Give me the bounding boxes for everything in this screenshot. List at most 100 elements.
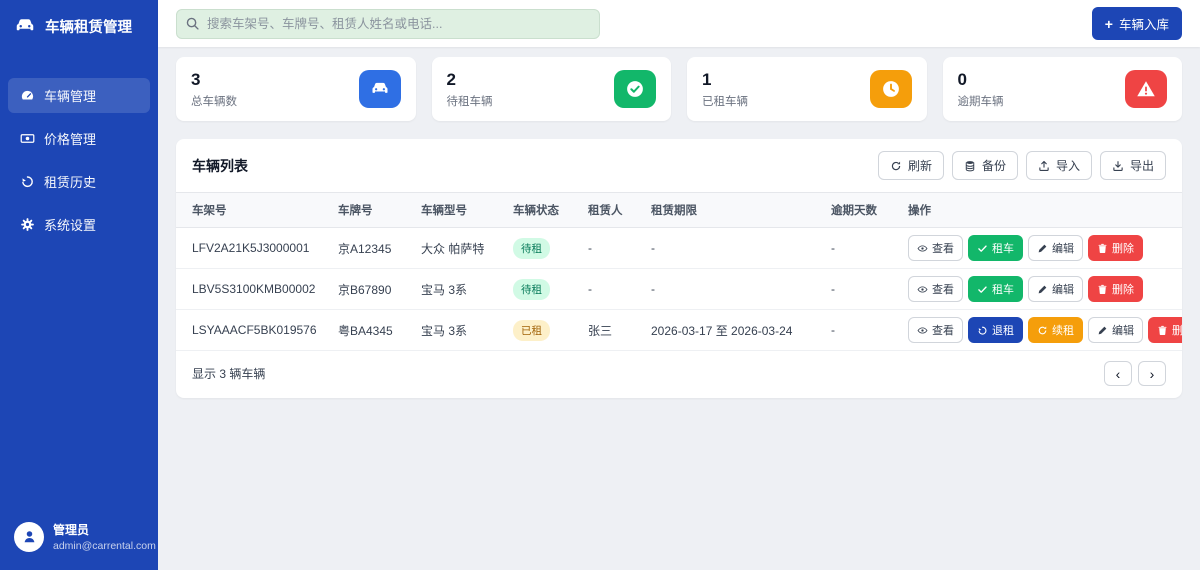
stat-label: 待租车辆 [447,93,493,109]
stats-row: 3 总车辆数 2 待租车辆 1 已租车辆 [176,57,1182,121]
table-row: LSYAAACF5BK019576 粤BA4345 宝马 3系 已租 张三 20… [176,310,1182,351]
check-icon [977,243,988,254]
delete-button[interactable]: 删除 [1088,235,1143,261]
renew-button[interactable]: 续租 [1028,317,1083,343]
stat-label: 已租车辆 [702,93,748,109]
sidebar-item-settings[interactable]: 系统设置 [8,207,150,242]
edit-button[interactable]: 编辑 [1088,317,1143,343]
cell-model: 宝马 3系 [411,310,503,351]
sidebar-item-pricing[interactable]: 价格管理 [8,121,150,156]
backup-button[interactable]: 备份 [952,151,1018,180]
upload-icon [1038,160,1050,172]
sidebar-item-label: 租赁历史 [44,172,96,191]
rent-button[interactable]: 租车 [968,276,1023,302]
export-button[interactable]: 导出 [1100,151,1166,180]
app-title: 车辆租赁管理 [45,16,132,37]
sidebar-user[interactable]: 管理员 admin@carrental.com [0,507,158,570]
table-row: LFV2A21K5J3000001 京A12345 大众 帕萨特 待租 - - … [176,228,1182,269]
cell-overdue: - [821,269,898,310]
sidebar-item-label: 价格管理 [44,129,96,148]
col-vin: 车架号 [176,193,328,228]
cell-model: 宝马 3系 [411,269,503,310]
sidebar-item-label: 系统设置 [44,215,96,234]
vehicle-table: 车架号 车牌号 车辆型号 车辆状态 租赁人 租赁期限 逾期天数 操作 LFV2A… [176,192,1182,351]
download-icon [1112,160,1124,172]
cell-renter: - [578,228,641,269]
cell-plate: 京B67890 [328,269,411,310]
delete-button[interactable]: 删除 [1088,276,1143,302]
sidebar-item-history[interactable]: 租赁历史 [8,164,150,199]
cell-period: 2026-03-17 至 2026-03-24 [641,310,821,351]
chevron-right-icon: › [1150,366,1155,382]
cell-vin: LFV2A21K5J3000001 [176,228,328,269]
car-icon [359,70,401,108]
table-row: LBV5S3100KMB00002 京B67890 宝马 3系 待租 - - -… [176,269,1182,310]
avatar [14,522,44,552]
refresh-icon [1037,325,1048,336]
clock-icon [870,70,912,108]
refresh-button[interactable]: 刷新 [878,151,944,180]
import-button[interactable]: 导入 [1026,151,1092,180]
add-vehicle-button[interactable]: + 车辆入库 [1092,7,1182,40]
undo-icon [977,325,988,336]
stat-value: 1 [702,70,748,90]
app-brand: 车辆租赁管理 [0,0,158,52]
rent-button[interactable]: 租车 [968,235,1023,261]
cell-overdue: - [821,228,898,269]
col-model: 车辆型号 [411,193,503,228]
stat-value: 3 [191,70,237,90]
stat-card-overdue: 0 逾期车辆 [943,57,1183,121]
stat-card-rented: 1 已租车辆 [687,57,927,121]
chevron-left-icon: ‹ [1116,366,1121,382]
trash-icon [1097,284,1108,295]
edit-button[interactable]: 编辑 [1028,235,1083,261]
user-icon [21,528,38,545]
stat-label: 总车辆数 [191,93,237,109]
list-header: 车辆列表 刷新 备份 导入 导出 [176,139,1182,192]
car-logo-icon [14,15,36,37]
status-badge: 已租 [513,320,550,341]
sidebar-item-vehicles[interactable]: 车辆管理 [8,78,150,113]
search-input[interactable] [176,9,600,39]
next-page-button[interactable]: › [1138,361,1166,386]
warning-triangle-icon [1125,70,1167,108]
col-overdue: 逾期天数 [821,193,898,228]
check-icon [977,284,988,295]
list-title: 车辆列表 [192,156,248,176]
table-header-row: 车架号 车牌号 车辆型号 车辆状态 租赁人 租赁期限 逾期天数 操作 [176,193,1182,228]
view-button[interactable]: 查看 [908,276,963,302]
stat-value: 2 [447,70,493,90]
trash-icon [1097,243,1108,254]
cell-period: - [641,228,821,269]
money-icon [20,131,35,146]
search-icon [185,16,200,31]
edit-button[interactable]: 编辑 [1028,276,1083,302]
check-circle-icon [614,70,656,108]
cell-period: - [641,269,821,310]
col-status: 车辆状态 [503,193,578,228]
delete-button[interactable]: 删除 [1148,317,1182,343]
main-content: 3 总车辆数 2 待租车辆 1 已租车辆 [158,47,1200,408]
topbar: + 车辆入库 [158,0,1200,47]
pencil-icon [1037,284,1048,295]
search-box [176,9,600,39]
stat-label: 逾期车辆 [958,93,1004,109]
return-button[interactable]: 退租 [968,317,1023,343]
stat-value: 0 [958,70,1004,90]
cell-renter: 张三 [578,310,641,351]
view-button[interactable]: 查看 [908,235,963,261]
user-name: 管理员 [53,521,156,538]
cell-plate: 京A12345 [328,228,411,269]
eye-icon [917,243,928,254]
dashboard-icon [20,88,35,103]
sidebar-item-label: 车辆管理 [44,86,96,105]
pencil-icon [1037,243,1048,254]
sidebar: 车辆租赁管理 车辆管理 价格管理 租赁历史 系统设置 管理员 admin@car… [0,0,158,570]
cell-model: 大众 帕萨特 [411,228,503,269]
list-footer: 显示 3 辆车辆 ‹ › [176,351,1182,398]
view-button[interactable]: 查看 [908,317,963,343]
col-actions: 操作 [898,193,1182,228]
prev-page-button[interactable]: ‹ [1104,361,1132,386]
row-count-summary: 显示 3 辆车辆 [192,365,265,382]
pencil-icon [1097,325,1108,336]
